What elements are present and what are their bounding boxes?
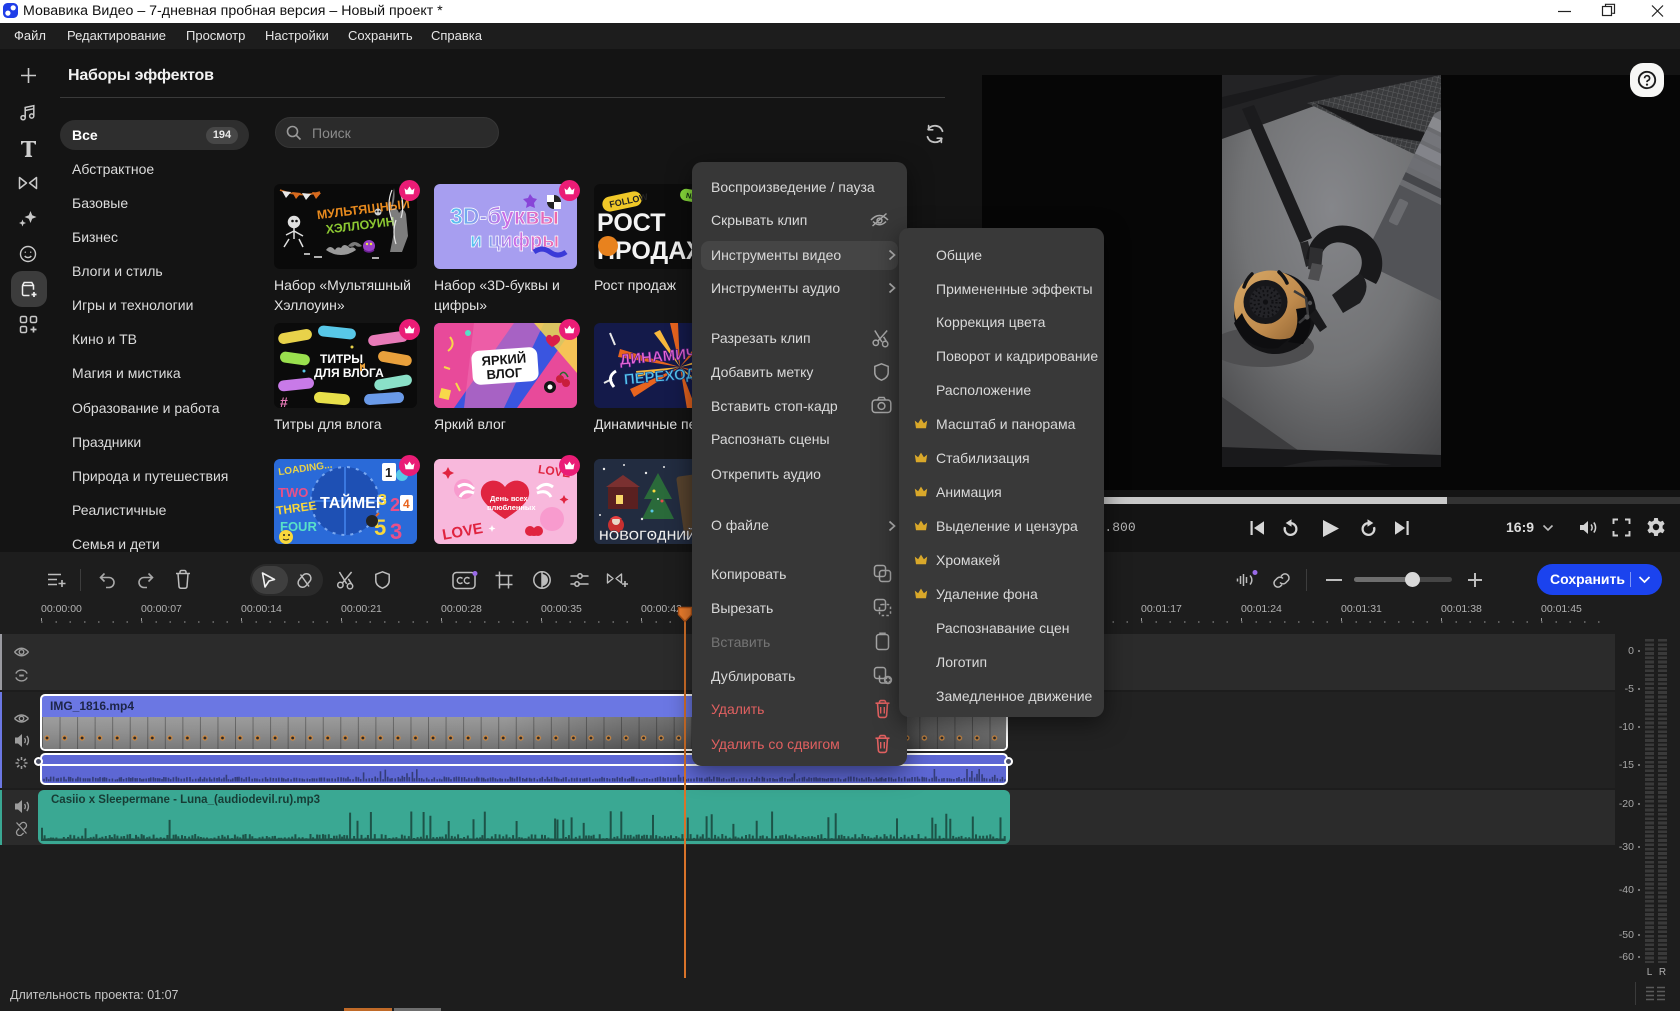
svg-text:TWO: TWO	[278, 485, 308, 500]
svg-text:ВЛОГ: ВЛОГ	[486, 365, 523, 382]
svg-text:РОСТ: РОСТ	[597, 209, 666, 237]
svg-text:влюбленных: влюбленных	[487, 503, 536, 512]
svg-text:1: 1	[385, 465, 392, 480]
svg-text:3: 3	[378, 492, 387, 509]
svg-text:4: 4	[403, 497, 410, 511]
svg-text:2: 2	[390, 495, 400, 515]
svg-text:День всех: День всех	[490, 494, 528, 503]
svg-text:LOVE: LOVE	[441, 520, 484, 544]
svg-text:ДЛЯ ВЛОГА: ДЛЯ ВЛОГА	[314, 366, 384, 380]
svg-text:3D-буквы: 3D-буквы	[450, 203, 559, 229]
svg-text:ТИТРЫ: ТИТРЫ	[320, 352, 363, 366]
svg-text:THREE: THREE	[275, 498, 317, 518]
svg-text:НОВОГОДНИЙ: НОВОГОДНИЙ	[599, 528, 696, 543]
svg-text:#: #	[280, 394, 288, 408]
svg-text:3: 3	[390, 519, 402, 544]
svg-text:ТАЙМЕР: ТАЙМЕР	[320, 493, 387, 512]
